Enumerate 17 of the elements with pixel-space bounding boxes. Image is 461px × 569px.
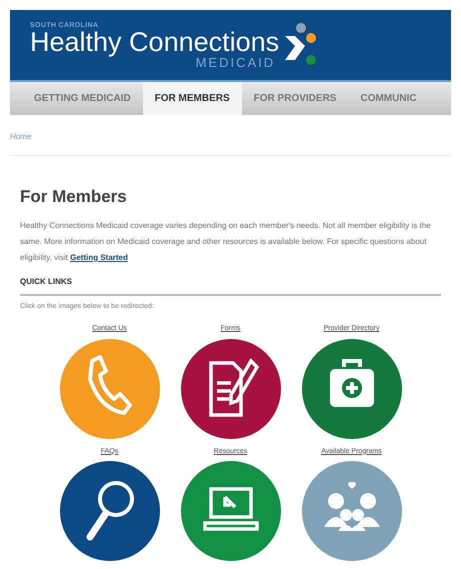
page-heading: For Members bbox=[20, 186, 128, 208]
magnifier-icon bbox=[86, 481, 134, 540]
getting-started-link[interactable]: Getting Started bbox=[70, 252, 128, 262]
phone-icon bbox=[88, 354, 132, 414]
family-icon bbox=[324, 482, 380, 531]
quick-link-button[interactable] bbox=[180, 461, 280, 561]
laptop-icon bbox=[202, 487, 258, 531]
medical-kit-icon bbox=[330, 358, 374, 406]
intro-paragraph: Healthy Connections Medicaid coverage varies depending on each member's needs. Not all member eligibility is the same. More information on Medicaid coverage and other resources is available below. For specific questions about eligibility, visit Getting Started bbox=[20, 220, 432, 264]
section-title: QUICK LINKS bbox=[20, 276, 73, 288]
site-subtitle: MEDICAID bbox=[196, 56, 276, 68]
quick-link-button[interactable] bbox=[302, 338, 402, 438]
site-title: Healthy Connections bbox=[30, 28, 280, 56]
nav-tab[interactable]: FOR MEMBERS bbox=[142, 82, 242, 115]
quick-link-button[interactable] bbox=[180, 338, 280, 438]
quick-link-button[interactable] bbox=[60, 461, 160, 561]
form-icon bbox=[208, 358, 259, 416]
